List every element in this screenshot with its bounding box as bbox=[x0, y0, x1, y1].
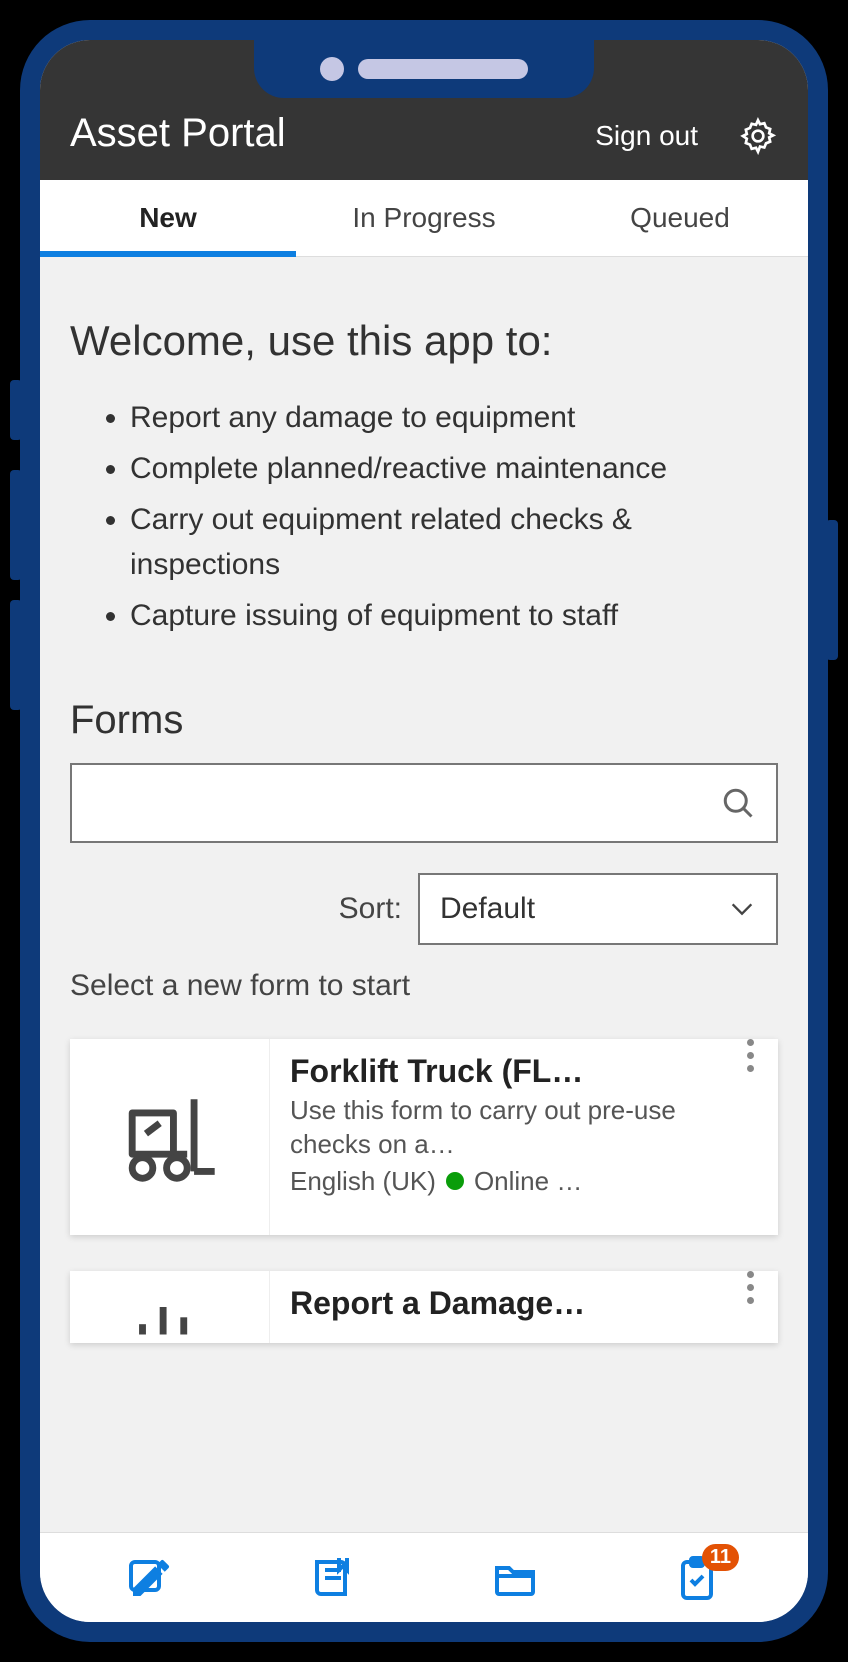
sign-out-link[interactable]: Sign out bbox=[595, 120, 698, 152]
form-card-title: Forklift Truck (FL… bbox=[290, 1053, 702, 1090]
welcome-bullet: Carry out equipment related checks & ins… bbox=[130, 497, 778, 587]
tab-in-progress[interactable]: In Progress bbox=[296, 180, 552, 256]
app-title: Asset Portal bbox=[70, 111, 286, 156]
chart-icon bbox=[115, 1271, 225, 1343]
sort-value: Default bbox=[440, 892, 535, 926]
form-card-icon bbox=[70, 1039, 270, 1235]
phone-notch bbox=[254, 40, 594, 98]
welcome-bullet: Report any damage to equipment bbox=[130, 395, 778, 440]
side-button bbox=[10, 380, 22, 440]
main-content: Welcome, use this app to: Report any dam… bbox=[40, 257, 808, 1532]
forklift-icon bbox=[115, 1082, 225, 1192]
folder-icon bbox=[491, 1554, 539, 1602]
tab-new[interactable]: New bbox=[40, 180, 296, 256]
form-card-body: Report a Damage… bbox=[270, 1271, 722, 1336]
side-button bbox=[826, 520, 838, 660]
forms-heading: Forms bbox=[70, 698, 778, 743]
search-icon bbox=[720, 785, 756, 821]
header-actions: Sign out bbox=[595, 116, 778, 156]
nav-book-button[interactable] bbox=[309, 1554, 357, 1602]
sort-row: Sort: Default bbox=[70, 873, 778, 945]
compose-icon bbox=[127, 1554, 175, 1602]
nav-folder-button[interactable] bbox=[491, 1554, 539, 1602]
card-menu-button[interactable] bbox=[722, 1039, 778, 1072]
forms-instruction: Select a new form to start bbox=[70, 969, 778, 1003]
welcome-bullet: Complete planned/reactive maintenance bbox=[130, 446, 778, 491]
bottom-nav: 11 bbox=[40, 1532, 808, 1622]
notch-speaker-icon bbox=[358, 59, 528, 79]
sort-label: Sort: bbox=[339, 892, 402, 926]
side-button bbox=[10, 470, 22, 580]
nav-clipboard-button[interactable]: 11 bbox=[673, 1554, 721, 1602]
form-card-damage[interactable]: Report a Damage… bbox=[70, 1271, 778, 1343]
welcome-heading: Welcome, use this app to: bbox=[70, 317, 778, 365]
notification-badge: 11 bbox=[702, 1544, 739, 1571]
card-menu-button[interactable] bbox=[722, 1271, 778, 1304]
phone-frame: Asset Portal Sign out New In Progress Qu… bbox=[20, 20, 828, 1642]
search-input[interactable] bbox=[70, 763, 778, 843]
welcome-list: Report any damage to equipment Complete … bbox=[70, 395, 778, 638]
tab-queued[interactable]: Queued bbox=[552, 180, 808, 256]
form-card-desc: Use this form to carry out pre-use check… bbox=[290, 1094, 702, 1162]
status-dot-icon bbox=[446, 1172, 464, 1190]
welcome-bullet: Capture issuing of equipment to staff bbox=[130, 593, 778, 638]
form-card-forklift[interactable]: Forklift Truck (FL… Use this form to car… bbox=[70, 1039, 778, 1235]
form-card-title: Report a Damage… bbox=[290, 1285, 702, 1322]
settings-button[interactable] bbox=[738, 116, 778, 156]
chevron-down-icon bbox=[728, 895, 756, 923]
gear-icon bbox=[738, 116, 778, 156]
nav-compose-button[interactable] bbox=[127, 1554, 175, 1602]
form-card-lang: English (UK) bbox=[290, 1166, 436, 1197]
side-button bbox=[10, 600, 22, 710]
tab-bar: New In Progress Queued bbox=[40, 180, 808, 257]
book-icon bbox=[309, 1554, 357, 1602]
sort-select[interactable]: Default bbox=[418, 873, 778, 945]
notch-camera-icon bbox=[320, 57, 344, 81]
form-card-status: Online … bbox=[474, 1166, 582, 1197]
form-card-body: Forklift Truck (FL… Use this form to car… bbox=[270, 1039, 722, 1211]
screen: Asset Portal Sign out New In Progress Qu… bbox=[40, 40, 808, 1622]
form-card-icon bbox=[70, 1271, 270, 1343]
form-card-meta: English (UK) Online … bbox=[290, 1166, 702, 1197]
